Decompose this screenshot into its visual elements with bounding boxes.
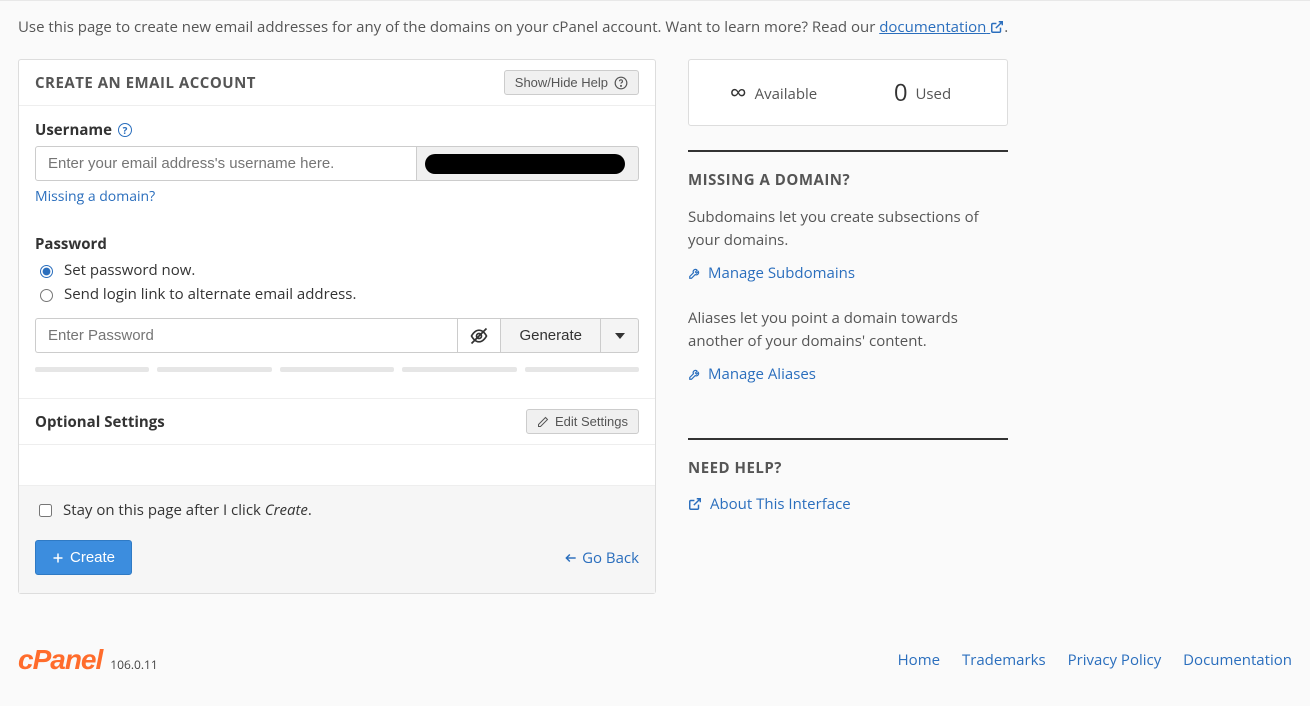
stay-on-page-checkbox-row[interactable]: Stay on this page after I click Create. (35, 500, 639, 520)
missing-domain-title: MISSING A DOMAIN? (688, 170, 1008, 190)
external-link-icon (990, 20, 1004, 34)
manage-subdomains-link[interactable]: Manage Subdomains (688, 263, 855, 283)
password-strength-meter (35, 367, 639, 372)
need-help-title: NEED HELP? (688, 458, 1008, 478)
radio-send-link-input[interactable] (40, 289, 53, 302)
edit-settings-button[interactable]: Edit Settings (526, 409, 639, 434)
optional-settings-title: Optional Settings (35, 412, 165, 432)
panel-title: CREATE AN EMAIL ACCOUNT (35, 73, 256, 93)
plus-icon (52, 552, 64, 564)
footer-link-privacy[interactable]: Privacy Policy (1068, 650, 1162, 670)
footer-links: Home Trademarks Privacy Policy Documenta… (880, 650, 1292, 670)
footer-link-home[interactable]: Home (898, 650, 940, 670)
caret-down-icon (615, 331, 625, 341)
footer-link-documentation[interactable]: Documentation (1183, 650, 1292, 670)
radio-set-now-input[interactable] (40, 265, 53, 278)
about-interface-link[interactable]: About This Interface (688, 494, 851, 514)
create-email-panel: CREATE AN EMAIL ACCOUNT Show/Hide Help U… (18, 59, 656, 594)
username-help-icon[interactable]: ? (118, 123, 132, 137)
create-button[interactable]: Create (35, 540, 132, 575)
version-text: 106.0.11 (110, 656, 157, 673)
intro-text: Use this page to create new email addres… (18, 17, 1292, 37)
subdomains-desc: Subdomains let you create subsections of… (688, 206, 1008, 251)
eye-slash-icon (469, 326, 489, 346)
account-stats: ∞ Available 0 Used (688, 59, 1008, 126)
stay-label: Stay on this page after I click Create. (63, 500, 312, 520)
help-icon (614, 76, 628, 90)
password-input[interactable] (35, 318, 457, 353)
show-hide-help-button[interactable]: Show/Hide Help (504, 70, 639, 95)
missing-domain-link[interactable]: Missing a domain? (35, 187, 155, 206)
radio-send-link[interactable]: Send login link to alternate email addre… (35, 284, 639, 304)
stay-on-page-checkbox[interactable] (39, 504, 52, 517)
go-back-link[interactable]: Go Back (564, 548, 639, 568)
radio-set-now[interactable]: Set password now. (35, 260, 639, 280)
cpanel-logo: cPanel (18, 644, 102, 676)
footer-link-trademarks[interactable]: Trademarks (962, 650, 1046, 670)
available-value: ∞ (730, 76, 747, 109)
password-label: Password (35, 234, 107, 254)
generate-password-button[interactable]: Generate (501, 318, 601, 353)
used-label: Used (915, 84, 951, 104)
arrow-left-icon (564, 551, 578, 565)
username-label: Username (35, 120, 112, 140)
available-label: Available (755, 84, 818, 104)
username-input[interactable] (35, 146, 417, 181)
documentation-link[interactable]: documentation (879, 17, 1004, 37)
used-value: 0 (894, 76, 908, 109)
aliases-desc: Aliases let you point a domain towards a… (688, 307, 1008, 352)
manage-aliases-link[interactable]: Manage Aliases (688, 364, 816, 384)
domain-select[interactable] (417, 146, 639, 181)
pencil-icon (537, 416, 549, 428)
toggle-password-visibility-button[interactable] (457, 318, 501, 353)
generate-options-button[interactable] (601, 318, 639, 353)
external-link-icon (688, 497, 702, 511)
domain-redacted (425, 154, 625, 174)
wrench-icon (688, 266, 702, 280)
wrench-icon (688, 367, 702, 381)
